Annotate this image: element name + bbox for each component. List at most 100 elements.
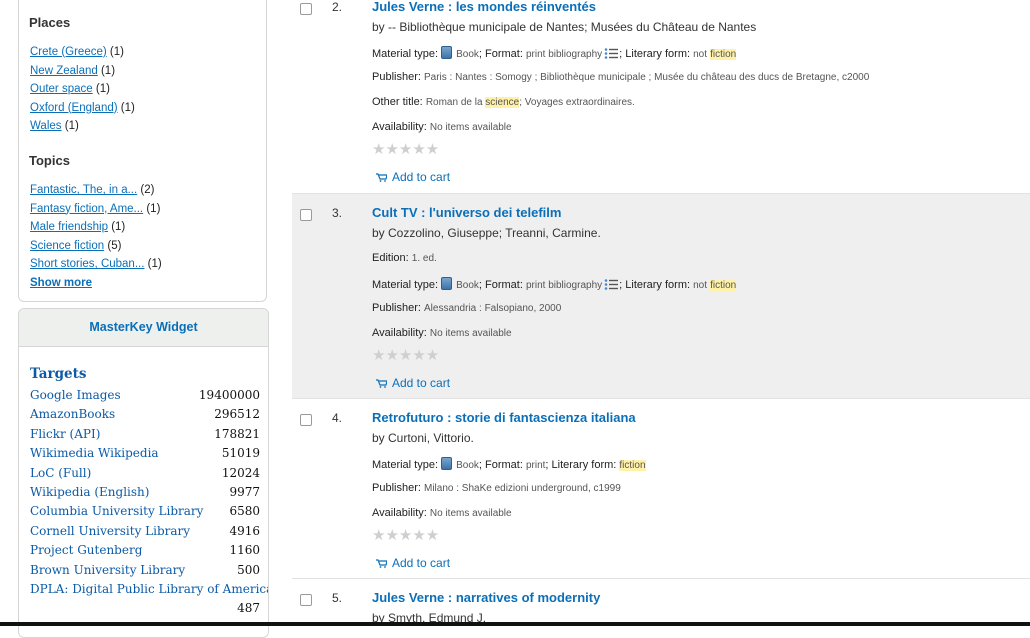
facet-list-topics: Fantastic, The, in a... (2) Fantasy fict… bbox=[19, 181, 162, 292]
target-count: 500 bbox=[237, 562, 260, 577]
publisher-value: Milano : ShaKe edizioni underground, c19… bbox=[423, 483, 621, 494]
facet-count: (1) bbox=[95, 83, 110, 95]
availability-value: No items available bbox=[429, 122, 512, 133]
result-number: 5. bbox=[332, 591, 343, 605]
target-row[interactable]: Cornell University Library 4916 bbox=[30, 522, 260, 541]
facet-item: Science fiction (5) bbox=[30, 237, 162, 256]
target-row[interactable]: Wikimedia Wikipedia 51019 bbox=[30, 444, 260, 463]
book-icon bbox=[441, 46, 453, 59]
add-to-cart-button[interactable]: Add to cart bbox=[376, 556, 450, 570]
list-icon bbox=[604, 279, 619, 290]
publisher-label: Publisher: bbox=[372, 302, 421, 314]
result-number: 3. bbox=[332, 206, 343, 220]
target-name: AmazonBooks bbox=[30, 407, 116, 422]
facet-link[interactable]: New Zealand bbox=[30, 65, 98, 77]
rating-stars[interactable]: ★★★★★ bbox=[372, 140, 439, 158]
facet-link[interactable]: Wales bbox=[30, 120, 62, 132]
edition-value: 1. ed. bbox=[411, 253, 437, 264]
facet-item: Outer space (1) bbox=[30, 80, 135, 99]
rating-stars[interactable]: ★★★★★ bbox=[372, 526, 439, 544]
target-row[interactable]: Flickr (API) 178821 bbox=[30, 425, 260, 444]
facet-item: Crete (Greece) (1) bbox=[30, 43, 135, 62]
literary-form-label: ; Literary form: bbox=[619, 48, 691, 60]
availability-line: Availability: No items available bbox=[372, 507, 512, 519]
cart-icon bbox=[376, 173, 387, 182]
format-label: ; Format: bbox=[478, 48, 523, 60]
result-title-link[interactable]: Cult TV : l'universo dei telefilm bbox=[372, 205, 561, 220]
facet-link[interactable]: Short stories, Cuban... bbox=[30, 258, 144, 270]
result-title-link[interactable]: Jules Verne : les mondes réinventés bbox=[372, 0, 596, 14]
target-row[interactable]: Wikipedia (English) 9977 bbox=[30, 483, 260, 502]
masterkey-widget-title: MasterKey Widget bbox=[19, 309, 268, 347]
facet-list-places: Crete (Greece) (1) New Zealand (1) Outer… bbox=[19, 43, 135, 136]
facet-count: (1) bbox=[146, 202, 161, 215]
target-row[interactable]: AmazonBooks 296512 bbox=[30, 405, 260, 424]
facet-link[interactable]: Outer space bbox=[30, 83, 93, 95]
target-row[interactable]: DPLA: Digital Public Library of America 4… bbox=[30, 580, 268, 615]
facet-count: (1) bbox=[109, 46, 124, 58]
other-title-line: Other title: Roman de la science; Voyage… bbox=[372, 96, 635, 108]
result-author: by Cozzolino, Giuseppe; Treanni, Carmine… bbox=[372, 226, 601, 240]
select-checkbox[interactable] bbox=[300, 209, 312, 221]
target-row[interactable]: Brown University Library 500 bbox=[30, 561, 260, 580]
target-name: Brown University Library bbox=[30, 562, 186, 577]
material-type-value: Book bbox=[456, 280, 479, 291]
facet-item: Fantastic, The, in a... (2) bbox=[30, 181, 162, 200]
availability-label: Availability: bbox=[372, 327, 427, 339]
availability-line: Availability: No items available bbox=[372, 121, 512, 133]
format-value: print bbox=[525, 460, 546, 471]
target-row[interactable]: Columbia University Library 6580 bbox=[30, 502, 260, 521]
add-to-cart-label: Add to cart bbox=[392, 170, 451, 184]
target-row[interactable]: LoC (Full) 12024 bbox=[30, 464, 260, 483]
availability-value: No items available bbox=[429, 328, 512, 339]
publisher-value: Alessandria : Falsopiano, 2000 bbox=[423, 303, 562, 314]
publisher-label: Publisher: bbox=[372, 482, 421, 494]
facet-item: Oxford (England) (1) bbox=[30, 99, 135, 118]
show-more-link[interactable]: Show more bbox=[30, 277, 92, 289]
availability-line: Availability: No items available bbox=[372, 327, 512, 339]
edition-label: Edition: bbox=[372, 252, 409, 264]
select-checkbox[interactable] bbox=[300, 414, 312, 426]
material-type-line: Material type: Book; Format: print; Lite… bbox=[372, 457, 646, 471]
select-checkbox[interactable] bbox=[300, 594, 312, 606]
target-name: Flickr (API) bbox=[30, 426, 101, 441]
literary-form-value: fiction bbox=[619, 460, 646, 471]
add-to-cart-button[interactable]: Add to cart bbox=[376, 170, 450, 184]
material-type-label: Material type: bbox=[372, 459, 439, 471]
facet-link[interactable]: Male friendship bbox=[30, 221, 108, 233]
facet-item: Show more bbox=[30, 274, 162, 293]
facet-link[interactable]: Crete (Greece) bbox=[30, 46, 107, 58]
target-name: Wikipedia (English) bbox=[30, 485, 150, 499]
select-checkbox[interactable] bbox=[300, 3, 312, 15]
literary-form-label: ; Literary form: bbox=[619, 279, 691, 291]
format-value: print bibliography bbox=[525, 280, 603, 291]
target-count: 6580 bbox=[229, 504, 260, 519]
rating-stars[interactable]: ★★★★★ bbox=[372, 346, 439, 364]
add-to-cart-button[interactable]: Add to cart bbox=[376, 376, 450, 390]
facet-heading-places: Places bbox=[29, 15, 71, 30]
target-row[interactable]: Project Gutenberg 1160 bbox=[30, 541, 260, 560]
material-type-line: Material type: Book; Format: print bibli… bbox=[372, 277, 737, 291]
format-label: ; Format: bbox=[478, 279, 523, 291]
facet-link[interactable]: Fantastic, The, in a... bbox=[30, 184, 137, 196]
facet-link[interactable]: Oxford (England) bbox=[30, 102, 118, 114]
material-type-line: Material type: Book; Format: print bibli… bbox=[372, 46, 737, 60]
facet-link[interactable]: Science fiction bbox=[30, 240, 104, 252]
publisher-line: Publisher: Milano : ShaKe edizioni under… bbox=[372, 482, 621, 494]
result-author: by -- Bibliothèque municipale de Nantes;… bbox=[372, 20, 757, 34]
result-number: 4. bbox=[332, 411, 343, 425]
target-row[interactable]: Google Images 19400000 bbox=[30, 386, 260, 405]
publisher-line: Publisher: Alessandria : Falsopiano, 200… bbox=[372, 302, 561, 314]
target-name: Wikimedia Wikipedia bbox=[30, 446, 159, 461]
facet-link[interactable]: Fantasy fiction, Ame... bbox=[30, 203, 143, 215]
publisher-label: Publisher: bbox=[372, 71, 421, 83]
target-name: Project Gutenberg bbox=[30, 543, 143, 558]
facet-count: (1) bbox=[147, 258, 162, 270]
literary-form-value: fiction bbox=[710, 280, 737, 291]
result-title-link[interactable]: Retrofuturo : storie di fantascienza ita… bbox=[372, 410, 636, 425]
facets-panel: Places Crete (Greece) (1) New Zealand (1… bbox=[18, 0, 267, 302]
target-count: 178821 bbox=[214, 426, 260, 441]
edition-line: Edition: 1. ed. bbox=[372, 252, 437, 264]
literary-form-label: ; Literary form: bbox=[545, 459, 617, 471]
result-title-link[interactable]: Jules Verne : narratives of modernity bbox=[372, 590, 600, 605]
